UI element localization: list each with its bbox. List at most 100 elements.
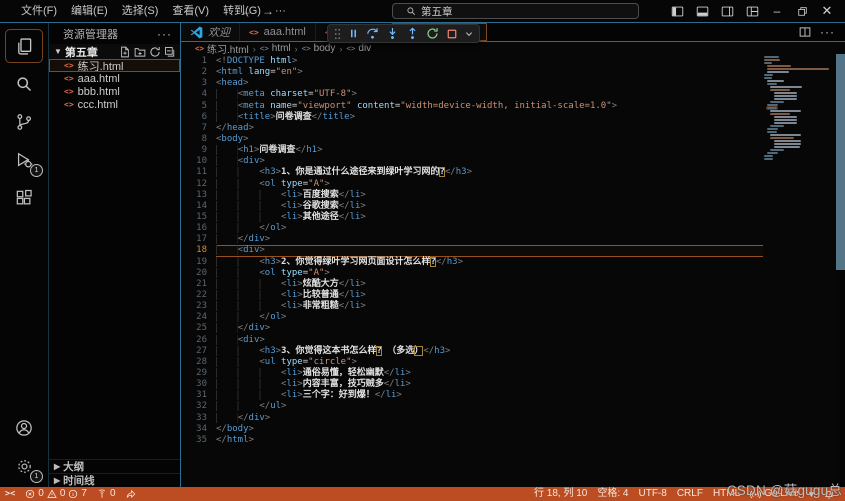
collapse-folders-icon[interactable] xyxy=(164,46,176,58)
code-editor[interactable]: 1<!DOCTYPE html>2<html lang="en">3<head>… xyxy=(181,54,763,487)
code-line[interactable]: 4 <meta charset="UTF-8"> xyxy=(181,89,763,100)
file-item[interactable]: <>练习.html xyxy=(49,59,180,72)
code-line[interactable]: 17 </div> xyxy=(181,234,763,245)
code-line[interactable]: 31 <li>三个字：好到爆！</li> xyxy=(181,390,763,401)
scrollbar-thumb[interactable] xyxy=(836,54,845,270)
line-number[interactable]: 30 xyxy=(181,379,216,390)
code-line[interactable]: 13 <li>百度搜索</li> xyxy=(181,190,763,201)
nav-back-icon[interactable]: ← xyxy=(240,4,252,18)
code-line[interactable]: 12 <ol type="A"> xyxy=(181,179,763,190)
code-line[interactable]: 19 <h3>2、你觉得绿叶学习网页面设计怎么样?</h3> xyxy=(181,257,763,268)
code-line[interactable]: 9 <h1>问卷调查</h1> xyxy=(181,145,763,156)
code-line[interactable]: 35</html> xyxy=(181,435,763,446)
line-number[interactable]: 34 xyxy=(181,424,216,435)
new-folder-icon[interactable] xyxy=(134,46,146,58)
customize-layout-icon[interactable] xyxy=(743,2,761,20)
tab-欢迎[interactable]: 欢迎 xyxy=(181,23,240,41)
indentation[interactable]: 空格: 4 xyxy=(592,487,633,501)
line-number[interactable]: 27 xyxy=(181,346,216,357)
code-line[interactable]: 8<body> xyxy=(181,134,763,145)
menu-item-3[interactable]: 查看(V) xyxy=(165,1,216,21)
outline-section[interactable]: ▶ 大纲 xyxy=(49,459,180,473)
line-number[interactable]: 24 xyxy=(181,312,216,323)
line-number[interactable]: 6 xyxy=(181,112,216,123)
line-number[interactable]: 28 xyxy=(181,357,216,368)
file-item[interactable]: <>bbb.html xyxy=(49,85,180,98)
code-line[interactable]: 11 <h3>1、你是通过什么途径来到绿叶学习网的?</h3> xyxy=(181,167,763,178)
more-actions-icon[interactable]: ··· xyxy=(820,23,835,41)
code-line[interactable]: 3<head> xyxy=(181,78,763,89)
line-number[interactable]: 25 xyxy=(181,323,216,334)
line-number[interactable]: 26 xyxy=(181,335,216,346)
toggle-sidebar-icon[interactable] xyxy=(668,2,686,20)
code-line[interactable]: 26 <div> xyxy=(181,335,763,346)
minimap[interactable] xyxy=(764,56,836,487)
line-number[interactable]: 21 xyxy=(181,279,216,290)
file-item[interactable]: <>aaa.html xyxy=(49,72,180,85)
code-line[interactable]: 1<!DOCTYPE html> xyxy=(181,56,763,67)
activitybar-account[interactable] xyxy=(7,413,41,443)
code-line[interactable]: 10 <div> xyxy=(181,156,763,167)
breadcrumb-item[interactable]: <>html xyxy=(260,43,291,54)
tab-aaa.html[interactable]: <>aaa.html xyxy=(240,23,316,41)
timeline-section[interactable]: ▶ 时间线 xyxy=(49,473,180,487)
breadcrumb-item[interactable]: <>div xyxy=(346,43,371,54)
code-line[interactable]: 20 <ol type="A"> xyxy=(181,268,763,279)
menu-item-0[interactable]: 文件(F) xyxy=(14,1,64,21)
activitybar-search[interactable] xyxy=(7,69,41,99)
breadcrumb-item[interactable]: <>body xyxy=(302,43,336,54)
restart-button-icon[interactable] xyxy=(426,27,439,40)
line-number[interactable]: 9 xyxy=(181,145,216,156)
code-line[interactable]: 33 </div> xyxy=(181,413,763,424)
code-line[interactable]: 5 <meta name="viewport" content="width=d… xyxy=(181,101,763,112)
line-number[interactable]: 11 xyxy=(181,167,216,178)
line-number[interactable]: 12 xyxy=(181,179,216,190)
menu-item-1[interactable]: 编辑(E) xyxy=(64,1,115,21)
line-number[interactable]: 14 xyxy=(181,201,216,212)
line-number[interactable]: 17 xyxy=(181,234,216,245)
code-line[interactable]: 2<html lang="en"> xyxy=(181,67,763,78)
line-number[interactable]: 19 xyxy=(181,257,216,268)
problems[interactable]: 007 xyxy=(20,487,92,501)
line-number[interactable]: 29 xyxy=(181,368,216,379)
line-number[interactable]: 15 xyxy=(181,212,216,223)
code-line[interactable]: 24 </ol> xyxy=(181,312,763,323)
code-line[interactable]: 23 <li>非常粗糙</li> xyxy=(181,301,763,312)
line-number[interactable]: 35 xyxy=(181,435,216,446)
code-line[interactable]: 28 <ul type="circle"> xyxy=(181,357,763,368)
code-line[interactable]: 15 <li>其他途径</li> xyxy=(181,212,763,223)
command-center-search[interactable]: 第五章 xyxy=(392,3,639,19)
line-number[interactable]: 4 xyxy=(181,89,216,100)
activitybar-source-control[interactable] xyxy=(7,107,41,137)
line-number[interactable]: 31 xyxy=(181,390,216,401)
code-line[interactable]: 29 <li>通俗易懂，轻松幽默</li> xyxy=(181,368,763,379)
line-number[interactable]: 23 xyxy=(181,301,216,312)
code-line[interactable]: 7</head> xyxy=(181,123,763,134)
code-line[interactable]: 34</body> xyxy=(181,424,763,435)
line-number[interactable]: 22 xyxy=(181,290,216,301)
drag-handle[interactable] xyxy=(334,28,341,40)
code-line[interactable]: 25 </div> xyxy=(181,323,763,334)
pause-button-icon[interactable] xyxy=(348,28,359,39)
step-out-button-icon[interactable] xyxy=(406,27,419,40)
line-number[interactable]: 20 xyxy=(181,268,216,279)
split-editor-icon[interactable] xyxy=(799,26,811,38)
refresh-explorer-icon[interactable] xyxy=(149,46,161,58)
activitybar-settings[interactable]: 1 xyxy=(7,451,41,481)
toggle-panel-icon[interactable] xyxy=(693,2,711,20)
file-item[interactable]: <>ccc.html xyxy=(49,98,180,111)
minimize-button[interactable]: – xyxy=(768,2,786,20)
line-number[interactable]: 8 xyxy=(181,134,216,145)
eol[interactable]: CRLF xyxy=(672,487,708,501)
code-line[interactable]: 21 <li>炫酷大方</li> xyxy=(181,279,763,290)
close-button[interactable]: ✕ xyxy=(818,2,836,20)
line-number[interactable]: 33 xyxy=(181,413,216,424)
step-into-button-icon[interactable] xyxy=(386,27,399,40)
code-line[interactable]: 30 <li>内容丰富，技巧贼多</li> xyxy=(181,379,763,390)
line-number[interactable]: 32 xyxy=(181,401,216,412)
activitybar-extensions[interactable] xyxy=(7,183,41,213)
line-number[interactable]: 3 xyxy=(181,78,216,89)
activitybar-explorer[interactable] xyxy=(7,31,41,61)
cursor-position[interactable]: 行 18, 列 10 xyxy=(529,487,592,501)
explorer-more-actions-icon[interactable]: ··· xyxy=(157,27,172,41)
